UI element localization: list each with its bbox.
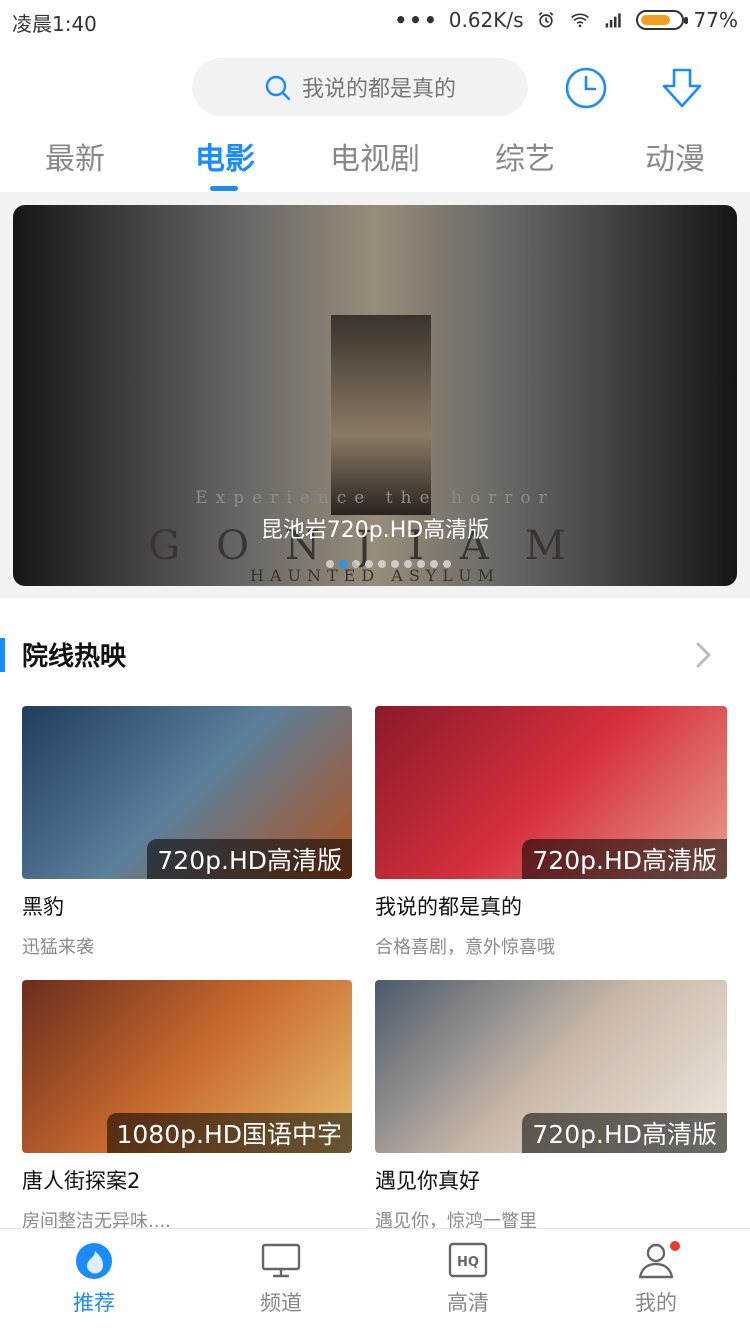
pager-dot[interactable] [326, 560, 334, 568]
banner-container: Experience the horror GONJIAM HAUNTED AS… [0, 192, 750, 598]
section-accent-bar [0, 638, 5, 672]
movie-card[interactable]: 720p.HD高清版 黑豹 迅猛来袭 [22, 706, 352, 959]
movie-poster[interactable]: 720p.HD高清版 [375, 980, 727, 1153]
tab-tv-series[interactable]: 电视剧 [325, 134, 425, 178]
search-bar[interactable]: 我说的都是真的 [192, 58, 528, 116]
active-tab-indicator [210, 186, 238, 191]
more-dots-icon: ••• [394, 8, 439, 32]
pager-dot[interactable] [339, 560, 347, 568]
banner-poster-subtext: HAUNTED ASYLUM [250, 566, 500, 585]
top-bar: 我说的都是真的 [0, 56, 750, 120]
movie-title[interactable]: 黑豹 [22, 891, 352, 921]
chevron-right-icon[interactable] [693, 640, 715, 670]
section-header[interactable]: 院线热映 [0, 630, 750, 680]
pager-dot[interactable] [430, 560, 438, 568]
pager-dot[interactable] [417, 560, 425, 568]
pager-dot[interactable] [391, 560, 399, 568]
status-time: 凌晨1:40 [12, 12, 97, 36]
quality-badge: 720p.HD高清版 [147, 839, 352, 879]
banner-title: 昆池岩720p.HD高清版 [260, 518, 490, 543]
tab-anime[interactable]: 动漫 [625, 134, 725, 178]
notification-dot [670, 1241, 680, 1251]
nav-channel[interactable]: 频道 [221, 1239, 341, 1317]
movie-title[interactable]: 唐人街探案2 [22, 1165, 352, 1195]
flame-icon [76, 1243, 112, 1279]
pager-dot[interactable] [404, 560, 412, 568]
wifi-icon [570, 13, 589, 28]
nav-label: 频道 [260, 1291, 302, 1315]
movie-card[interactable]: 1080p.HD国语中字 唐人街探案2 房间整洁无异味.... [22, 980, 352, 1233]
signal-icon [605, 13, 621, 28]
pager-dot[interactable] [365, 560, 373, 568]
featured-banner[interactable]: Experience the horror GONJIAM HAUNTED AS… [13, 205, 737, 586]
section-title: 院线热映 [22, 642, 127, 672]
nav-label: 高清 [447, 1291, 489, 1315]
tab-movies[interactable]: 电影 [175, 134, 275, 178]
monitor-icon [261, 1243, 301, 1278]
quality-badge: 720p.HD高清版 [522, 839, 727, 879]
nav-label: 推荐 [73, 1291, 115, 1315]
movie-card[interactable]: 720p.HD高清版 我说的都是真的 合格喜剧，意外惊喜哦 [375, 706, 727, 959]
hq-icon: HQ [448, 1242, 488, 1278]
banner-tagline: Experience the horror [195, 488, 555, 508]
movie-poster[interactable]: 720p.HD高清版 [22, 706, 352, 879]
pager-dot[interactable] [378, 560, 386, 568]
quality-badge: 1080p.HD国语中字 [106, 1113, 352, 1153]
download-icon[interactable] [658, 66, 706, 110]
quality-badge: 720p.HD高清版 [522, 1113, 727, 1153]
category-tabs: 最新 电影 电视剧 综艺 动漫 [0, 128, 750, 191]
tab-latest[interactable]: 最新 [25, 134, 125, 178]
movie-description: 迅猛来袭 [22, 937, 94, 958]
movie-title[interactable]: 我说的都是真的 [375, 891, 727, 921]
movie-title[interactable]: 遇见你真好 [375, 1165, 727, 1195]
battery-level: 77% [693, 8, 738, 32]
movie-poster[interactable]: 1080p.HD国语中字 [22, 980, 352, 1153]
svg-text:HQ: HQ [457, 1255, 479, 1270]
bottom-nav: 推荐 频道 HQ 高清 我的 [0, 1228, 750, 1333]
nav-label: 我的 [635, 1291, 677, 1315]
battery-icon [635, 10, 688, 30]
nav-hd[interactable]: HQ 高清 [408, 1239, 528, 1317]
movie-description: 合格喜剧，意外惊喜哦 [375, 937, 555, 958]
nav-recommend[interactable]: 推荐 [34, 1239, 154, 1317]
network-speed: 0.62K/s [448, 8, 524, 32]
history-clock-icon[interactable] [564, 66, 608, 110]
status-bar: 凌晨1:40 ••• 0.62K/s 77% [0, 0, 750, 40]
nav-mine[interactable]: 我的 [596, 1239, 716, 1317]
pager-dot[interactable] [352, 560, 360, 568]
movie-card[interactable]: 720p.HD高清版 遇见你真好 遇见你，惊鸿一瞥里 [375, 980, 727, 1233]
banner-artwork [331, 315, 431, 515]
movie-poster[interactable]: 720p.HD高清版 [375, 706, 727, 879]
pager-dot[interactable] [443, 560, 451, 568]
search-placeholder: 我说的都是真的 [302, 77, 457, 102]
alarm-icon [538, 11, 553, 28]
tab-variety[interactable]: 综艺 [475, 134, 575, 178]
banner-pager[interactable] [326, 560, 451, 568]
search-icon [265, 75, 291, 101]
